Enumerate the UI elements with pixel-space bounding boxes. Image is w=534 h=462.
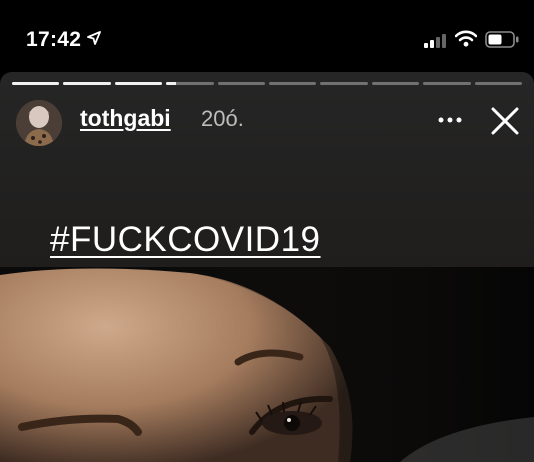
story-username[interactable]: tothgabi: [80, 105, 171, 132]
progress-segment: [12, 82, 60, 85]
progress-segment-fill: [12, 82, 60, 85]
story-photo-image: [0, 267, 534, 462]
avatar[interactable]: [16, 100, 62, 146]
progress-segment: [371, 82, 420, 85]
location-arrow-icon: [87, 31, 101, 45]
progress-segment-fill: [166, 82, 176, 85]
status-bar: 17:42: [0, 0, 534, 72]
progress-segment: [166, 82, 214, 85]
story-sticker-text[interactable]: #FUCKCOVID19: [50, 220, 321, 260]
wifi-icon: [455, 30, 477, 47]
cellular-signal-icon: [424, 34, 446, 48]
more-options-icon[interactable]: [437, 110, 463, 130]
progress-segment: [269, 82, 317, 85]
story-progress-bar: [12, 82, 523, 85]
story-photo: [0, 267, 534, 462]
progress-segment: [114, 82, 163, 85]
progress-segment: [63, 82, 111, 85]
progress-segment-fill: [63, 82, 111, 85]
progress-segment: [217, 82, 266, 85]
story-viewer[interactable]: tothgabi 20ó. #FUCKCOVID19: [0, 72, 534, 462]
progress-segment-fill: [114, 82, 163, 85]
battery-icon: [485, 31, 519, 48]
progress-segment: [423, 82, 471, 85]
progress-segment: [320, 82, 368, 85]
avatar-image: [16, 100, 62, 146]
status-time: 17:42: [26, 28, 82, 51]
story-time-ago: 20ó.: [201, 106, 244, 131]
progress-segment: [474, 82, 523, 85]
close-icon[interactable]: [488, 104, 522, 138]
